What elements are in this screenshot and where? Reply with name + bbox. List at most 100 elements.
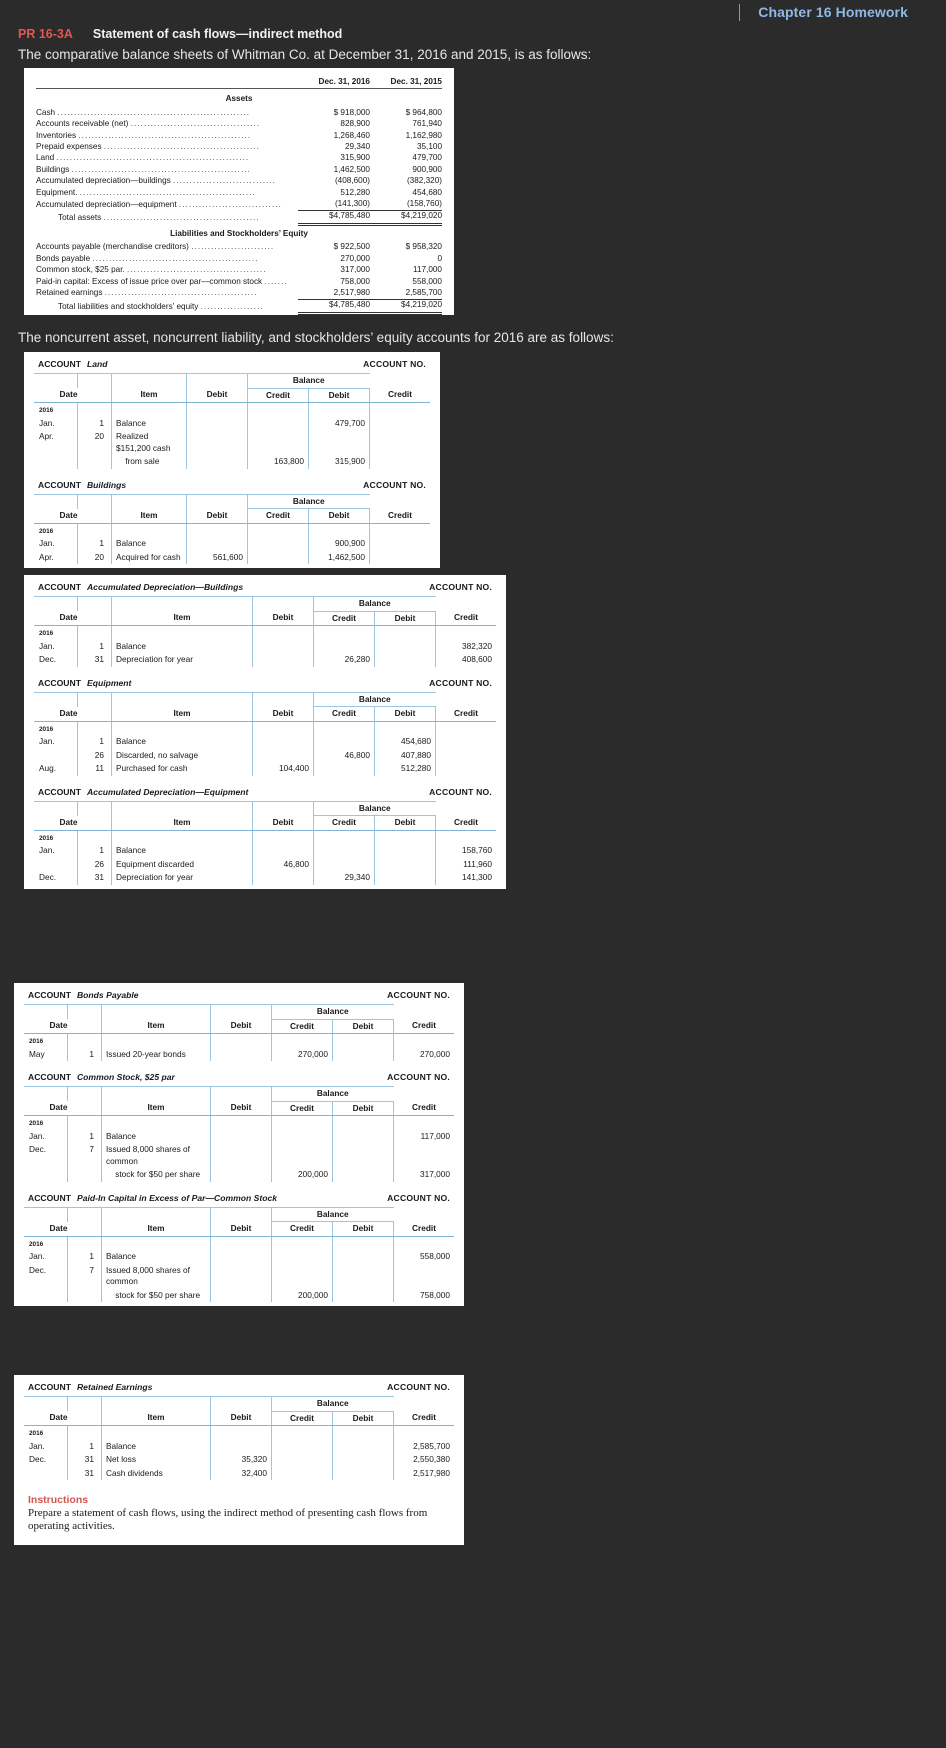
balance-sheet-row: Total assets ...........................…: [36, 210, 442, 226]
row-label: Accumulated depreciation—equipment .....…: [36, 199, 282, 209]
entry-day: 31: [77, 871, 112, 885]
spacer-cell: [67, 1396, 102, 1411]
account-header: ACCOUNT Paid-In Capital in Excess of Par—…: [14, 1186, 464, 1207]
entry-balance-debit: [332, 1263, 394, 1289]
empty-cell: [308, 402, 370, 417]
spacer-cell: [186, 373, 248, 388]
column-header-row: Date Item Debit Credit Debit Credit: [24, 1221, 454, 1237]
value-2015: $4,219,020: [370, 299, 442, 315]
ledger-row: from sale 163,800 315,900: [34, 455, 430, 469]
empty-cell: [210, 1033, 272, 1048]
spacer-cell: [77, 691, 112, 707]
entry-balance-credit: 141,300: [435, 871, 496, 885]
col-balance-debit: Debit: [332, 1411, 394, 1426]
col-debit: Debit: [210, 1101, 272, 1116]
year-label: 2016: [39, 407, 54, 414]
account-word: ACCOUNT: [38, 359, 81, 369]
entry-debit: [186, 455, 248, 469]
row-label: Retained earnings ......................…: [36, 288, 258, 298]
entry-balance-credit: [435, 762, 496, 776]
entry-balance-debit: 407,880: [374, 748, 436, 762]
spacer-cell: [101, 1004, 211, 1019]
account-no-label: ACCOUNT NO.: [387, 1192, 450, 1203]
entry-day: 1: [77, 735, 112, 749]
assets-section-heading-row: Assets: [36, 91, 442, 107]
ledger-panel-1: ACCOUNT Land ACCOUNT NO. Balance Date Item De…: [24, 352, 440, 568]
entry-item: Balance: [111, 416, 187, 430]
entry-debit: 32,400: [210, 1466, 272, 1480]
value-2016: 1,462,500: [333, 164, 370, 174]
col-balance-debit: Debit: [374, 706, 436, 722]
ledger-row: Dec. 31 Net loss 35,320 2,550,380: [24, 1453, 454, 1467]
empty-cell: [393, 1115, 454, 1130]
entry-balance-credit: 2,550,380: [393, 1453, 454, 1467]
entry-credit: [271, 1250, 333, 1264]
balance-group-header: Balance: [247, 373, 370, 389]
account-no-label: ACCOUNT NO.: [429, 786, 492, 797]
ledger-row: Apr. 20 Acquired for cash 561,600 1,462,500: [34, 550, 430, 564]
row-label: Bonds payable ..........................…: [36, 253, 259, 263]
account-name: Land: [86, 359, 108, 369]
ledger-table: Balance Date Item Debit Credit Debit Credit 201…: [34, 800, 496, 885]
entry-balance-debit: [332, 1250, 394, 1264]
balance-spanner-row: Balance: [24, 1206, 454, 1222]
ledger-row: Dec. 31 Depreciation for year 26,280 408,600: [34, 653, 496, 667]
account-word: ACCOUNT: [38, 786, 81, 797]
empty-cell: [111, 830, 253, 844]
col-balance-credit: Credit: [393, 1411, 454, 1426]
spacer-cell: [252, 691, 314, 707]
col-balance-debit: Debit: [374, 611, 436, 626]
col-credit: Credit: [271, 1411, 333, 1426]
entry-item: from sale: [111, 455, 187, 469]
row-label: Accumulated depreciation—buildings .....…: [36, 176, 277, 186]
spacer-cell: [24, 1004, 68, 1019]
spacer-cell: [34, 493, 78, 509]
col-debit: Debit: [210, 1019, 272, 1034]
ledger-row: Jan. 1 Balance 117,000: [24, 1129, 454, 1143]
ledger-account: ACCOUNT Land ACCOUNT NO. Balance Date Item De…: [24, 352, 440, 469]
year-label: 2016: [39, 834, 54, 842]
entry-day: 11: [77, 762, 112, 776]
entry-day: 31: [67, 1466, 102, 1480]
col-date: Date: [24, 1411, 68, 1426]
spacer-cell: [77, 493, 112, 509]
equity-heading: Liabilities and Stockholders’ Equity: [170, 228, 308, 238]
entry-balance-debit: [374, 639, 436, 653]
col-balance-debit: Debit: [332, 1221, 394, 1237]
year-row: 2016: [34, 625, 496, 640]
ledger-panel-3: ACCOUNT Bonds Payable ACCOUNT NO. Balance D…: [14, 983, 464, 1306]
empty-cell: [101, 1425, 211, 1440]
ledger-row: Jan. 1 Balance 558,000: [24, 1250, 454, 1264]
col-credit: Credit: [313, 706, 375, 722]
ledger-table: Balance Date Item Debit Credit Debit Credit 201…: [34, 596, 496, 667]
entry-month: Jan.: [39, 538, 55, 548]
account-header: ACCOUNT Accumulated Depreciation—Building…: [24, 575, 506, 596]
entry-debit: [210, 1439, 272, 1453]
empty-cell: [332, 1425, 394, 1440]
value-2015: 117,000: [413, 265, 442, 275]
entry-month: [34, 858, 78, 872]
empty-cell: [186, 402, 248, 417]
account-name: Bonds Payable: [76, 990, 139, 1000]
entry-debit: [252, 871, 314, 885]
empty-cell: [393, 1236, 454, 1250]
spacer-cell: [210, 1004, 272, 1019]
value-2015: 0: [437, 253, 442, 263]
browser-tab-title[interactable]: Chapter 16 Homework: [758, 4, 908, 20]
entry-debit: [210, 1250, 272, 1264]
spacer-cell: [111, 800, 253, 816]
entry-balance-debit: [374, 857, 436, 871]
column-header-row: Date Item Debit Credit Debit Credit: [24, 1101, 454, 1116]
col-item: Item: [111, 508, 187, 524]
entry-day: 26: [77, 748, 112, 762]
entry-item: Issued 20-year bonds: [101, 1047, 211, 1061]
empty-cell: [210, 1115, 272, 1130]
account-word: ACCOUNT: [38, 677, 81, 688]
year-label: 2016: [29, 1038, 44, 1045]
empty-cell: [111, 625, 253, 640]
row-label: Equipment. .............................…: [36, 187, 256, 197]
empty-cell: [210, 1236, 272, 1250]
account-no-label: ACCOUNT NO.: [387, 1382, 450, 1392]
spacer-cell: [67, 1086, 102, 1101]
col-item: Item: [101, 1101, 211, 1116]
